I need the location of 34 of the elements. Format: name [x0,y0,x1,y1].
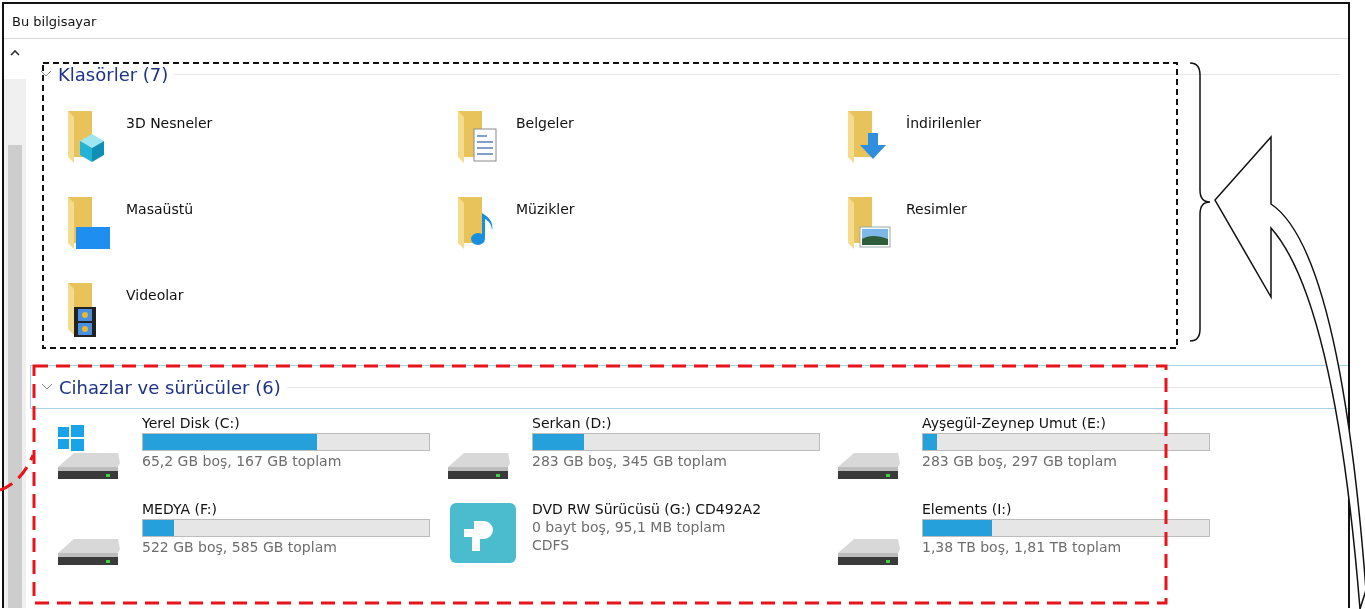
drive-label[interactable]: Yerel Disk (C:) [142,415,430,431]
drive-label[interactable]: DVD RW Sürücüsü (G:) CD492A2 [532,501,762,517]
folder-label[interactable]: Videolar [126,287,184,303]
file-system: CDFS [532,537,571,553]
window-title: Bu bilgisayar [12,13,97,29]
drive-detail: 0 bayt boş, 95,1 MB toplam [532,519,727,535]
drive-detail: 522 GB boş, 585 GB toplam [142,539,338,555]
curve-line [0,454,35,492]
folder-label[interactable]: Masaüstü [126,201,194,217]
drive-detail: 1,38 TB boş, 1,81 TB toplam [922,539,1123,555]
hard-drive-icon [838,539,900,565]
hard-drive-icon [58,539,120,565]
drive-detail: 283 GB boş, 345 GB toplam [532,453,728,469]
folder-label[interactable]: Müzikler [516,201,575,217]
folder-label[interactable]: Resimler [906,201,967,217]
app-tile-icon [448,501,518,565]
scroll-up-icon[interactable] [10,49,20,56]
drive-label[interactable]: Elements (I:) [922,501,1210,517]
drive-detail: 65,2 GB boş, 167 GB toplam [142,453,343,469]
hard-drive-icon [838,453,900,479]
hard-drive-icon [58,453,120,479]
drive-label[interactable]: MEDYA (F:) [142,501,430,517]
drive-label[interactable]: Ayşegül-Zeynep Umut (E:) [922,415,1210,431]
folder-label[interactable]: İndirilenler [906,115,982,131]
folder-label[interactable]: Belgeler [516,115,574,131]
section-title[interactable]: Cihazlar ve sürücüler (6) [59,376,281,398]
section-title[interactable]: Klasörler (7) [58,63,169,85]
drive-label[interactable]: Serkan (D:) [532,415,820,431]
scrollbar-thumb[interactable] [8,145,22,608]
drive-detail: 283 GB boş, 297 GB toplam [922,453,1118,469]
collapse-chevron-icon[interactable] [40,70,52,78]
windows-logo-icon [58,425,84,451]
folder-label[interactable]: 3D Nesneler [126,115,213,131]
hard-drive-icon [448,453,510,479]
